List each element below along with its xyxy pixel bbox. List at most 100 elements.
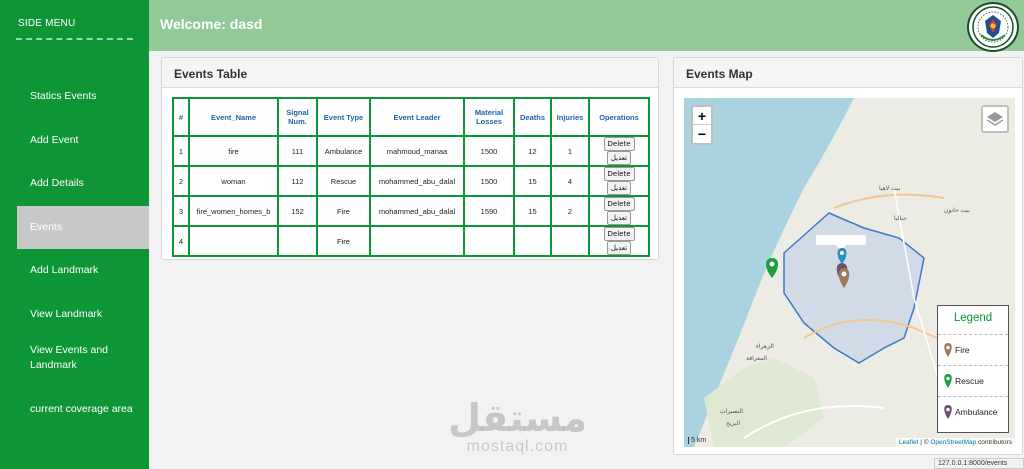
- sidebar-item-add-event[interactable]: Add Event: [0, 119, 149, 163]
- table-row: 4 Fire Deleteتعديل: [172, 225, 650, 257]
- cell-id: 4: [172, 225, 190, 257]
- cell-deaths: 15: [513, 165, 552, 197]
- layers-control[interactable]: [981, 105, 1009, 133]
- sidebar-item-statics-events[interactable]: Statics Events: [0, 75, 149, 119]
- civil-defense-logo: [967, 2, 1019, 52]
- cell-event-type: Fire: [316, 195, 371, 227]
- rescue-pin-icon: [944, 374, 952, 388]
- cell-operations: Deleteتعديل: [588, 225, 650, 257]
- col-header-event-name: Event_Name: [188, 97, 279, 137]
- map-legend: Legend Fire Rescue Ambulance: [937, 305, 1009, 433]
- col-header-material-losses: Material Losses: [463, 97, 515, 137]
- map-attribution: Leaflet | © OpenStreetMap contributors: [895, 438, 1015, 447]
- legend-label-fire: Fire: [955, 345, 970, 355]
- events-map-title: Events Map: [674, 58, 1022, 88]
- cell-deaths: 15: [513, 195, 552, 227]
- delete-button[interactable]: Delete: [603, 167, 635, 181]
- cell-material-losses: [463, 225, 515, 257]
- delete-button[interactable]: Delete: [603, 137, 635, 151]
- watermark-url: mostaql.com: [466, 438, 569, 455]
- cell-operations: Deleteتعديل: [588, 135, 650, 167]
- events-table-title: Events Table: [162, 58, 658, 88]
- cell-signal-num: [277, 225, 318, 257]
- status-bar-url: 127.0.0.1:8000/events: [934, 458, 1024, 469]
- cell-event-type: Ambulance: [316, 135, 371, 167]
- side-menu-title: SIDE MENU: [18, 18, 76, 29]
- col-header-event-leader: Event Leader: [369, 97, 465, 137]
- map-scale: 5 km: [688, 437, 706, 444]
- cell-deaths: 12: [513, 135, 552, 167]
- delete-button[interactable]: Delete: [603, 227, 635, 241]
- sidebar-item-current-coverage-area[interactable]: current coverage area: [0, 388, 149, 432]
- svg-text:المغراقة: المغراقة: [746, 355, 767, 362]
- cell-injuries: 4: [550, 165, 590, 197]
- attribution-contributors: contributors: [976, 439, 1012, 446]
- cell-event-name: fire_women_homes_b: [188, 195, 279, 227]
- legend-label-rescue: Rescue: [955, 376, 984, 386]
- sidebar-item-view-landmark[interactable]: View Landmark: [0, 293, 149, 337]
- watermark: مستقل mostaql.com: [448, 398, 587, 456]
- welcome-text: Welcome: dasd: [160, 16, 263, 32]
- table-row: 2 woman 112 Rescue mohammed_abu_dalal 15…: [172, 165, 650, 197]
- emblem-icon: [972, 6, 1014, 48]
- cell-event-name: woman: [188, 165, 279, 197]
- col-header-event-type: Event Type: [316, 97, 371, 137]
- edit-button[interactable]: تعديل: [606, 151, 632, 165]
- watermark-arabic: مستقل: [448, 396, 587, 440]
- edit-button[interactable]: تعديل: [606, 181, 632, 195]
- svg-text:النصيرات: النصيرات: [720, 408, 743, 415]
- cell-operations: Deleteتعديل: [588, 195, 650, 227]
- attribution-separator: | ©: [918, 439, 931, 446]
- cell-operations: Deleteتعديل: [588, 165, 650, 197]
- events-table-panel: Events Table # Event_Name Signal Num. Ev…: [161, 57, 659, 260]
- leaflet-link[interactable]: Leaflet: [899, 439, 919, 446]
- osm-link[interactable]: OpenStreetMap: [930, 439, 976, 446]
- cell-id: 3: [172, 195, 190, 227]
- legend-item-fire: Fire: [938, 334, 1008, 365]
- cell-deaths: [513, 225, 552, 257]
- svg-text:البريج: البريج: [726, 420, 740, 427]
- col-header-injuries: Injuries: [550, 97, 590, 137]
- layers-icon: [986, 112, 1004, 126]
- leaflet-map[interactable]: بيت لاهيا جباليا بيت حانون الزهراء المغر…: [684, 98, 1015, 447]
- cell-signal-num: 111: [277, 135, 318, 167]
- side-menu: SIDE MENU Statics Events Add Event Add D…: [0, 0, 149, 469]
- cell-event-leader: mohammed_abu_dalal: [369, 195, 465, 227]
- fire-pin-icon: [944, 343, 952, 357]
- ambulance-pin-icon: [944, 405, 952, 419]
- cell-signal-num: 112: [277, 165, 318, 197]
- edit-button[interactable]: تعديل: [606, 241, 632, 255]
- legend-label-ambulance: Ambulance: [955, 407, 998, 417]
- edit-button[interactable]: تعديل: [606, 211, 632, 225]
- sidebar-item-view-events-and-landmark[interactable]: View Events and Landmark: [0, 336, 149, 388]
- legend-item-rescue: Rescue: [938, 365, 1008, 396]
- zoom-in-button[interactable]: +: [693, 107, 711, 125]
- sidebar-item-add-details[interactable]: Add Details: [0, 162, 149, 206]
- cell-material-losses: 1500: [463, 135, 515, 167]
- cell-event-leader: mahmoud_manaa: [369, 135, 465, 167]
- cell-material-losses: 1590: [463, 195, 515, 227]
- zoom-control: + −: [691, 105, 713, 145]
- cell-event-name: [188, 225, 279, 257]
- zoom-out-button[interactable]: −: [693, 125, 711, 143]
- col-header-deaths: Deaths: [513, 97, 552, 137]
- svg-text:الزهراء: الزهراء: [756, 343, 774, 350]
- col-header-signal-num: Signal Num.: [277, 97, 318, 137]
- cell-id: 1: [172, 135, 190, 167]
- table-row: 1 fire 111 Ambulance mahmoud_manaa 1500 …: [172, 135, 650, 167]
- events-table: # Event_Name Signal Num. Event Type Even…: [172, 97, 650, 257]
- cell-signal-num: 152: [277, 195, 318, 227]
- cell-id: 2: [172, 165, 190, 197]
- cell-event-leader: [369, 225, 465, 257]
- cell-injuries: [550, 225, 590, 257]
- svg-text:بيت لاهيا: بيت لاهيا: [879, 185, 901, 192]
- cell-event-type: Fire: [316, 225, 371, 257]
- legend-title: Legend: [953, 312, 993, 324]
- sidebar-item-add-landmark[interactable]: Add Landmark: [0, 249, 149, 293]
- side-menu-divider: [16, 38, 133, 40]
- sidebar-item-events[interactable]: Events: [17, 205, 149, 249]
- cell-event-name: fire: [188, 135, 279, 167]
- col-header-id: #: [172, 97, 190, 137]
- top-header: Welcome: dasd: [149, 0, 1024, 52]
- delete-button[interactable]: Delete: [603, 197, 635, 211]
